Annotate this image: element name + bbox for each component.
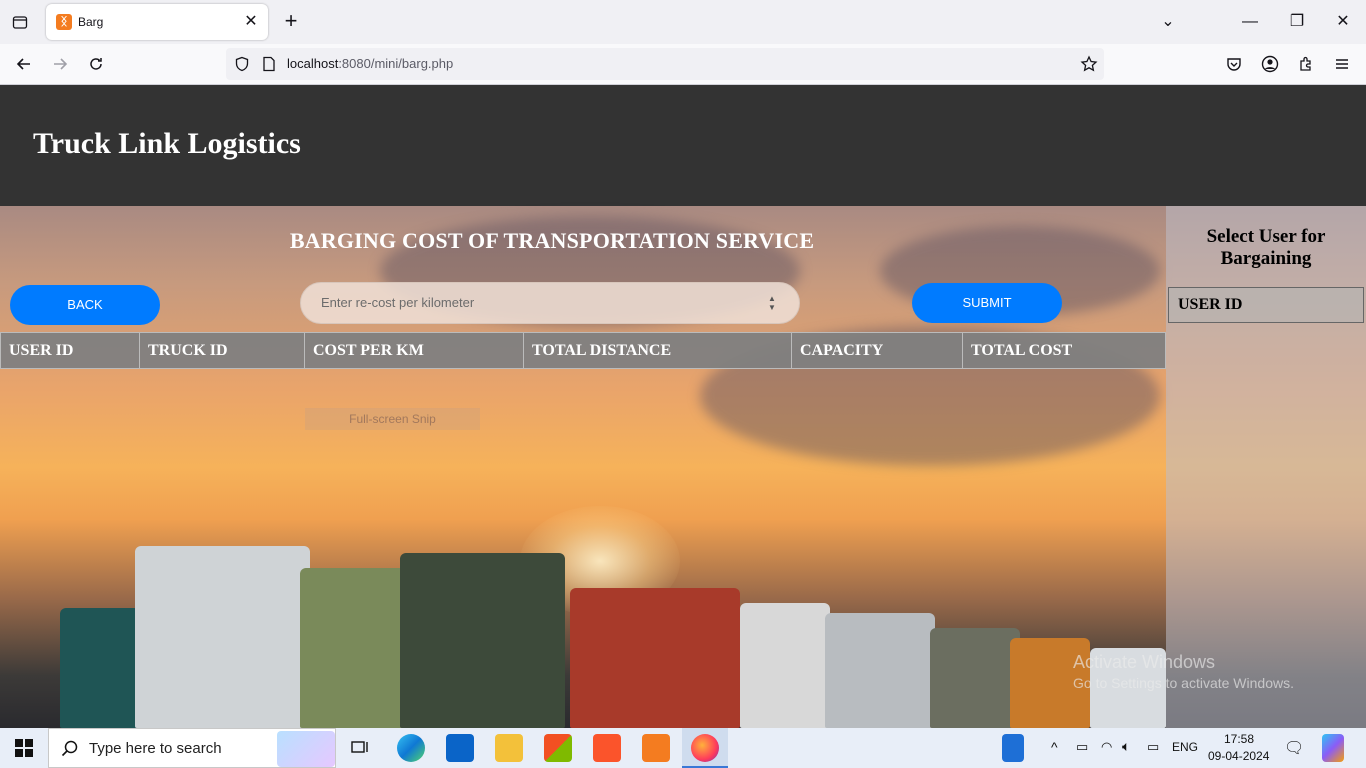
close-tab-icon[interactable]: ✕ — [242, 13, 260, 31]
search-icon — [61, 740, 78, 757]
list-all-tabs-icon[interactable]: ⌄ — [1156, 10, 1180, 34]
snip-overlay: Full-screen Snip — [305, 408, 480, 430]
windows-taskbar: Type here to search ^ ▭ ◠ 🔈︎ ▭ ENG 17:58… — [0, 728, 1366, 768]
document-app-icon[interactable] — [1002, 734, 1024, 762]
extensions-icon[interactable] — [1294, 52, 1318, 76]
battery-icon[interactable]: ▭ — [1147, 739, 1159, 755]
xampp-favicon-icon: ᛝ — [56, 14, 72, 30]
forward-arrow-icon[interactable] — [48, 52, 72, 76]
xampp-icon[interactable] — [642, 734, 670, 762]
truck — [135, 546, 310, 728]
wifi-icon[interactable]: ◠ — [1101, 739, 1112, 755]
back-button[interactable]: BACK — [10, 285, 160, 325]
page-content: Truck Link Logistics BARGING COST OF TRA… — [0, 85, 1366, 728]
windows-start-icon[interactable] — [0, 728, 48, 768]
table-header-row: USER ID TRUCK ID COST PER KM TOTAL DISTA… — [0, 332, 1166, 369]
volume-icon[interactable]: 🔈︎ — [1122, 738, 1130, 755]
number-spinner-icon[interactable]: ▲ ▼ — [767, 294, 777, 312]
reload-icon[interactable] — [84, 52, 108, 76]
meet-now-icon[interactable]: ▭ — [1076, 739, 1088, 755]
col-truck-id: TRUCK ID — [139, 332, 305, 369]
new-tab-icon[interactable]: + — [280, 10, 302, 32]
truck — [300, 568, 410, 728]
truck — [60, 608, 140, 728]
site-title: Truck Link Logistics — [33, 127, 301, 160]
cost-input-placeholder: Enter re-cost per kilometer — [321, 295, 475, 310]
side-panel-title: Select User for Bargaining — [1206, 226, 1326, 269]
url-bar[interactable]: localhost:8080/mini/barg.php — [226, 48, 1104, 80]
microsoft-store-icon[interactable] — [544, 734, 572, 762]
minimize-icon[interactable]: — — [1238, 10, 1262, 34]
user-select-panel: Select User for Bargaining USER ID — [1166, 206, 1366, 728]
col-cost-per-km: COST PER KM — [304, 332, 524, 369]
copilot-icon[interactable] — [1322, 734, 1344, 762]
activate-title: Activate Windows — [1073, 652, 1216, 672]
truck — [400, 553, 565, 728]
col-total-distance: TOTAL DISTANCE — [523, 332, 792, 369]
truck — [740, 603, 830, 728]
page-info-icon[interactable] — [262, 56, 276, 72]
page-heading: BARGING COST OF TRANSPORTATION SERVICE — [289, 228, 815, 253]
activate-subtitle: Go to Settings to activate Windows. — [1073, 675, 1294, 691]
cost-per-km-input[interactable]: Enter re-cost per kilometer ▲ ▼ — [300, 282, 800, 324]
truck — [570, 588, 740, 728]
brave-icon[interactable] — [593, 734, 621, 762]
hero-background: BARGING COST OF TRANSPORTATION SERVICE B… — [0, 206, 1366, 728]
submit-button[interactable]: SUBMIT — [912, 283, 1062, 323]
shield-icon[interactable] — [234, 56, 250, 72]
tab-list-icon[interactable] — [8, 10, 32, 34]
task-view-icon[interactable] — [347, 734, 375, 762]
show-hidden-icons-icon[interactable]: ^ — [1051, 739, 1058, 755]
barging-table: USER ID TRUCK ID COST PER KM TOTAL DISTA… — [0, 332, 1166, 369]
truck — [930, 628, 1020, 728]
menu-icon[interactable] — [1330, 52, 1354, 76]
url-text: localhost:8080/mini/barg.php — [287, 56, 454, 71]
browser-nav-bar: localhost:8080/mini/barg.php — [0, 44, 1366, 85]
search-placeholder: Type here to search — [89, 740, 222, 757]
restore-icon[interactable]: ❐ — [1285, 10, 1309, 34]
tab-title: Barg — [78, 15, 104, 29]
browser-tab-bar: ᛝ Barg ✕ + ⌄ — ❐ ✕ — [0, 0, 1366, 44]
notification-icon[interactable]: 🗨︎ — [1284, 738, 1304, 758]
activate-windows-watermark: Activate Windows Go to Settings to activ… — [1073, 652, 1294, 691]
account-icon[interactable] — [1258, 52, 1282, 76]
firefox-icon — [691, 734, 719, 762]
site-header: Truck Link Logistics — [0, 85, 1366, 206]
pocket-icon[interactable] — [1222, 52, 1246, 76]
clock-date[interactable]: 09-04-2024 — [1208, 749, 1269, 763]
taskbar-search[interactable]: Type here to search — [48, 728, 336, 768]
close-window-icon[interactable]: ✕ — [1331, 10, 1355, 34]
col-total-cost: TOTAL COST — [962, 332, 1166, 369]
browser-tab[interactable]: ᛝ Barg ✕ — [46, 4, 268, 40]
side-panel-user-id-header: USER ID — [1168, 287, 1364, 323]
unicorn-search-highlight-icon — [277, 731, 335, 767]
file-explorer-icon[interactable] — [495, 734, 523, 762]
back-arrow-icon[interactable] — [12, 52, 36, 76]
language-indicator[interactable]: ENG — [1172, 740, 1198, 754]
bookmark-star-icon[interactable] — [1080, 55, 1098, 73]
firefox-taskbar-active[interactable] — [682, 728, 728, 768]
trucks-illustration — [0, 536, 1166, 728]
clock-time[interactable]: 17:58 — [1224, 732, 1254, 746]
truck — [825, 613, 935, 728]
mail-icon[interactable] — [446, 734, 474, 762]
col-capacity: CAPACITY — [791, 332, 963, 369]
edge-icon[interactable] — [397, 734, 425, 762]
col-user-id: USER ID — [0, 332, 140, 369]
